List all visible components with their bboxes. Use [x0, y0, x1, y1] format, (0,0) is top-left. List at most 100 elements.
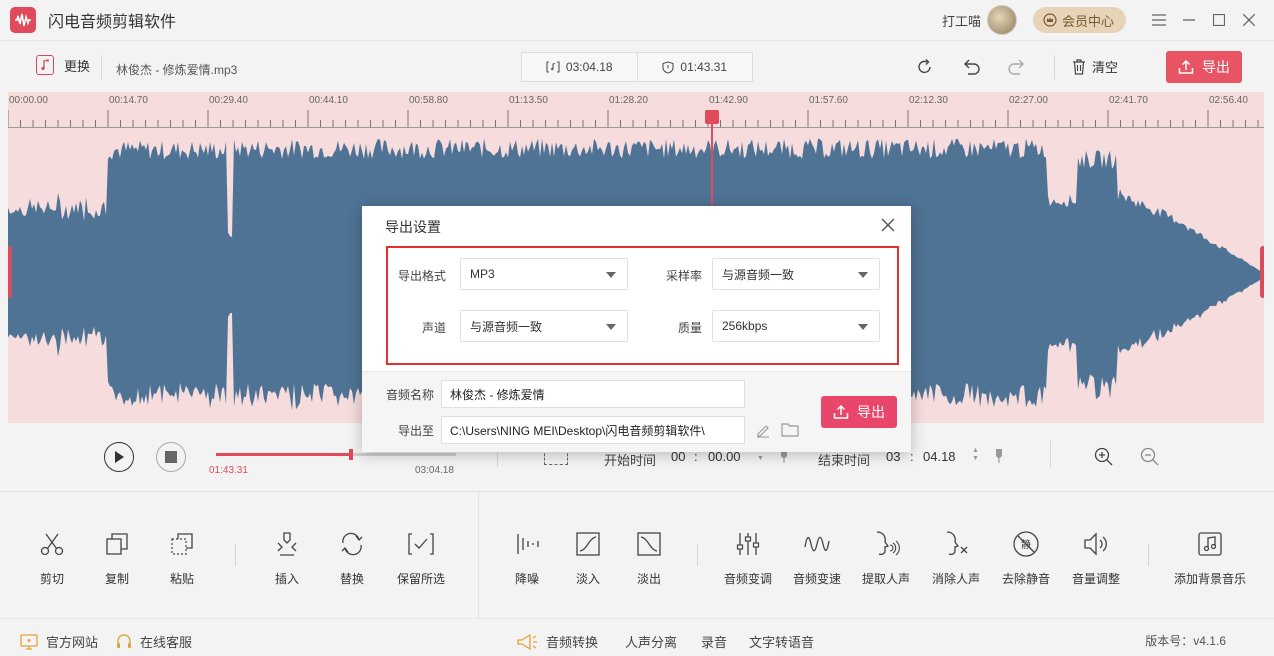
ruler-time-label: 02:41.70 [1109, 95, 1148, 106]
undo-icon[interactable] [961, 58, 981, 76]
record-link[interactable]: 录音 [701, 632, 727, 651]
end-time-stepper[interactable]: ▲ ▼ [972, 447, 979, 463]
chevron-down-icon [606, 272, 616, 278]
clear-button[interactable]: 清空 [1072, 57, 1118, 76]
minimize-icon [1183, 19, 1195, 21]
export-button[interactable]: 导出 [1166, 51, 1242, 83]
refresh-icon[interactable] [916, 58, 934, 76]
quality-select[interactable]: 256kbps [712, 310, 880, 342]
voice-extract-icon [876, 531, 900, 556]
copy-label: 复制 [104, 572, 129, 586]
ruler-time-label: 00:14.70 [109, 95, 148, 106]
paste-tool[interactable]: 粘贴 [147, 530, 217, 587]
chevron-down-icon [606, 324, 616, 330]
menu-button[interactable] [1144, 5, 1174, 35]
change-file-button[interactable]: 更换 [36, 55, 90, 75]
text-to-speech-link[interactable]: 文字转语音 [749, 632, 814, 651]
vip-center-button[interactable]: 会员中心 [1032, 7, 1126, 33]
app-logo [10, 7, 36, 33]
export-output-section: 音频名称 林俊杰 - 修炼爱情 导出至 C:\Users\NING MEI\De… [362, 371, 911, 452]
pin-icon[interactable] [994, 448, 1004, 464]
add-bgm-tool[interactable]: 添加背景音乐 [1174, 530, 1246, 587]
audio-convert-link[interactable]: 音频转换 [516, 632, 598, 651]
selection-start-handle[interactable] [8, 246, 12, 298]
remove-silence-icon: 静 [1013, 531, 1039, 557]
minimize-button[interactable] [1174, 5, 1204, 35]
ruler-time-label: 01:28.20 [609, 95, 648, 106]
music-note-icon [1198, 532, 1222, 556]
ruler-time-label: 00:00.00 [9, 95, 48, 106]
fade-out-tool[interactable]: 淡出 [614, 530, 684, 587]
format-label: 导出格式 [397, 269, 446, 283]
fade-in-icon [576, 532, 600, 556]
dialog-export-button[interactable]: 导出 [821, 396, 897, 428]
chevron-down-icon [858, 272, 868, 278]
vocal-separate-label: 人声分离 [625, 635, 678, 650]
record-label: 录音 [701, 635, 728, 650]
duration-icon [546, 61, 560, 73]
sample-rate-select[interactable]: 与源音频一致 [712, 258, 880, 290]
replace-tool[interactable]: 替换 [317, 530, 387, 587]
remove-vocal-tool[interactable]: 消除人声 [921, 530, 991, 587]
channel-label: 声道 [421, 321, 446, 335]
file-name: 林俊杰 - 修炼爱情.mp3 [116, 63, 238, 77]
extract-vocal-tool[interactable]: 提取人声 [851, 530, 921, 587]
cut-tool[interactable]: 剪切 [17, 530, 87, 587]
edit-icon[interactable] [755, 422, 771, 438]
close-icon[interactable] [880, 217, 896, 233]
fade-out-label: 淡出 [636, 572, 661, 586]
end-second-field[interactable]: 04.18 [923, 449, 956, 464]
play-button[interactable] [104, 442, 134, 472]
close-window-button[interactable] [1234, 5, 1264, 35]
playback-progress-bar[interactable] [216, 449, 456, 460]
text-to-speech-label: 文字转语音 [749, 635, 815, 650]
channel-select[interactable]: 与源音频一致 [460, 310, 628, 342]
fade-in-tool[interactable]: 淡入 [553, 530, 623, 587]
speed-tool[interactable]: 音频变速 [782, 530, 852, 587]
export-path-input[interactable]: C:\Users\NING MEI\Desktop\闪电音频剪辑软件\ [441, 416, 745, 444]
app-title: 闪电音频剪辑软件 [48, 14, 177, 31]
timeline-ruler[interactable]: 00:00.00 00:14.70 00:29.40 00:44.10 00:58.80… [8, 92, 1264, 128]
extract-vocal-label: 提取人声 [861, 572, 910, 586]
export-settings-box: 导出格式 MP3 采样率 与源音频一致 声道 与源音频一致 质量 256kbps [386, 246, 899, 365]
official-website-link[interactable]: 官方网站 [20, 632, 98, 651]
format-select[interactable]: MP3 [460, 258, 628, 290]
stop-button[interactable] [156, 442, 186, 472]
cut-label: 剪切 [39, 572, 64, 586]
toolbar-divider [101, 55, 102, 79]
insert-tool[interactable]: 插入 [252, 530, 322, 587]
copy-icon [106, 533, 128, 555]
zoom-in-icon[interactable] [1094, 447, 1114, 467]
start-time-label: 开始时间 [604, 453, 657, 468]
keep-selected-label: 保留所选 [396, 572, 445, 586]
selection-end-handle[interactable] [1260, 246, 1264, 298]
vocal-separate-link[interactable]: 人声分离 [625, 632, 677, 651]
remove-silence-tool[interactable]: 静 去除静音 [991, 530, 1061, 587]
folder-icon[interactable] [781, 422, 799, 437]
pitch-tool[interactable]: 音频变调 [713, 530, 783, 587]
volume-tool[interactable]: 音量调整 [1061, 530, 1131, 587]
online-support-link[interactable]: 在线客服 [116, 632, 192, 651]
remove-vocal-label: 消除人声 [931, 572, 980, 586]
maximize-button[interactable] [1204, 5, 1234, 35]
volume-label: 音量调整 [1071, 572, 1120, 586]
avatar[interactable] [986, 5, 1017, 35]
insert-icon [277, 532, 297, 556]
playback-progress-knob[interactable] [348, 449, 353, 460]
audio-name-input[interactable]: 林俊杰 - 修炼爱情 [441, 380, 745, 408]
zoom-out-icon[interactable] [1140, 447, 1160, 467]
copy-tool[interactable]: 复制 [82, 530, 152, 587]
username[interactable]: 打工喵 [942, 11, 981, 30]
export-label: 导出 [1202, 59, 1230, 75]
keep-selected-tool[interactable]: 保留所选 [386, 530, 456, 587]
pitch-label: 音频变调 [723, 572, 772, 586]
playhead-handle[interactable] [705, 110, 719, 124]
audio-name-label: 音频名称 [385, 388, 434, 402]
redo-icon[interactable] [1007, 58, 1027, 76]
tools-panel: 剪切 复制 粘贴 插入 替换 保留所选 降噪 淡入 淡出 音频变调 音频变速 提… [0, 491, 1274, 619]
close-icon [1243, 14, 1255, 26]
menu-icon [1152, 14, 1166, 26]
denoise-tool[interactable]: 降噪 [492, 530, 562, 587]
selected-duration: 01:43.31 [680, 60, 728, 74]
keep-selection-icon [408, 533, 434, 555]
